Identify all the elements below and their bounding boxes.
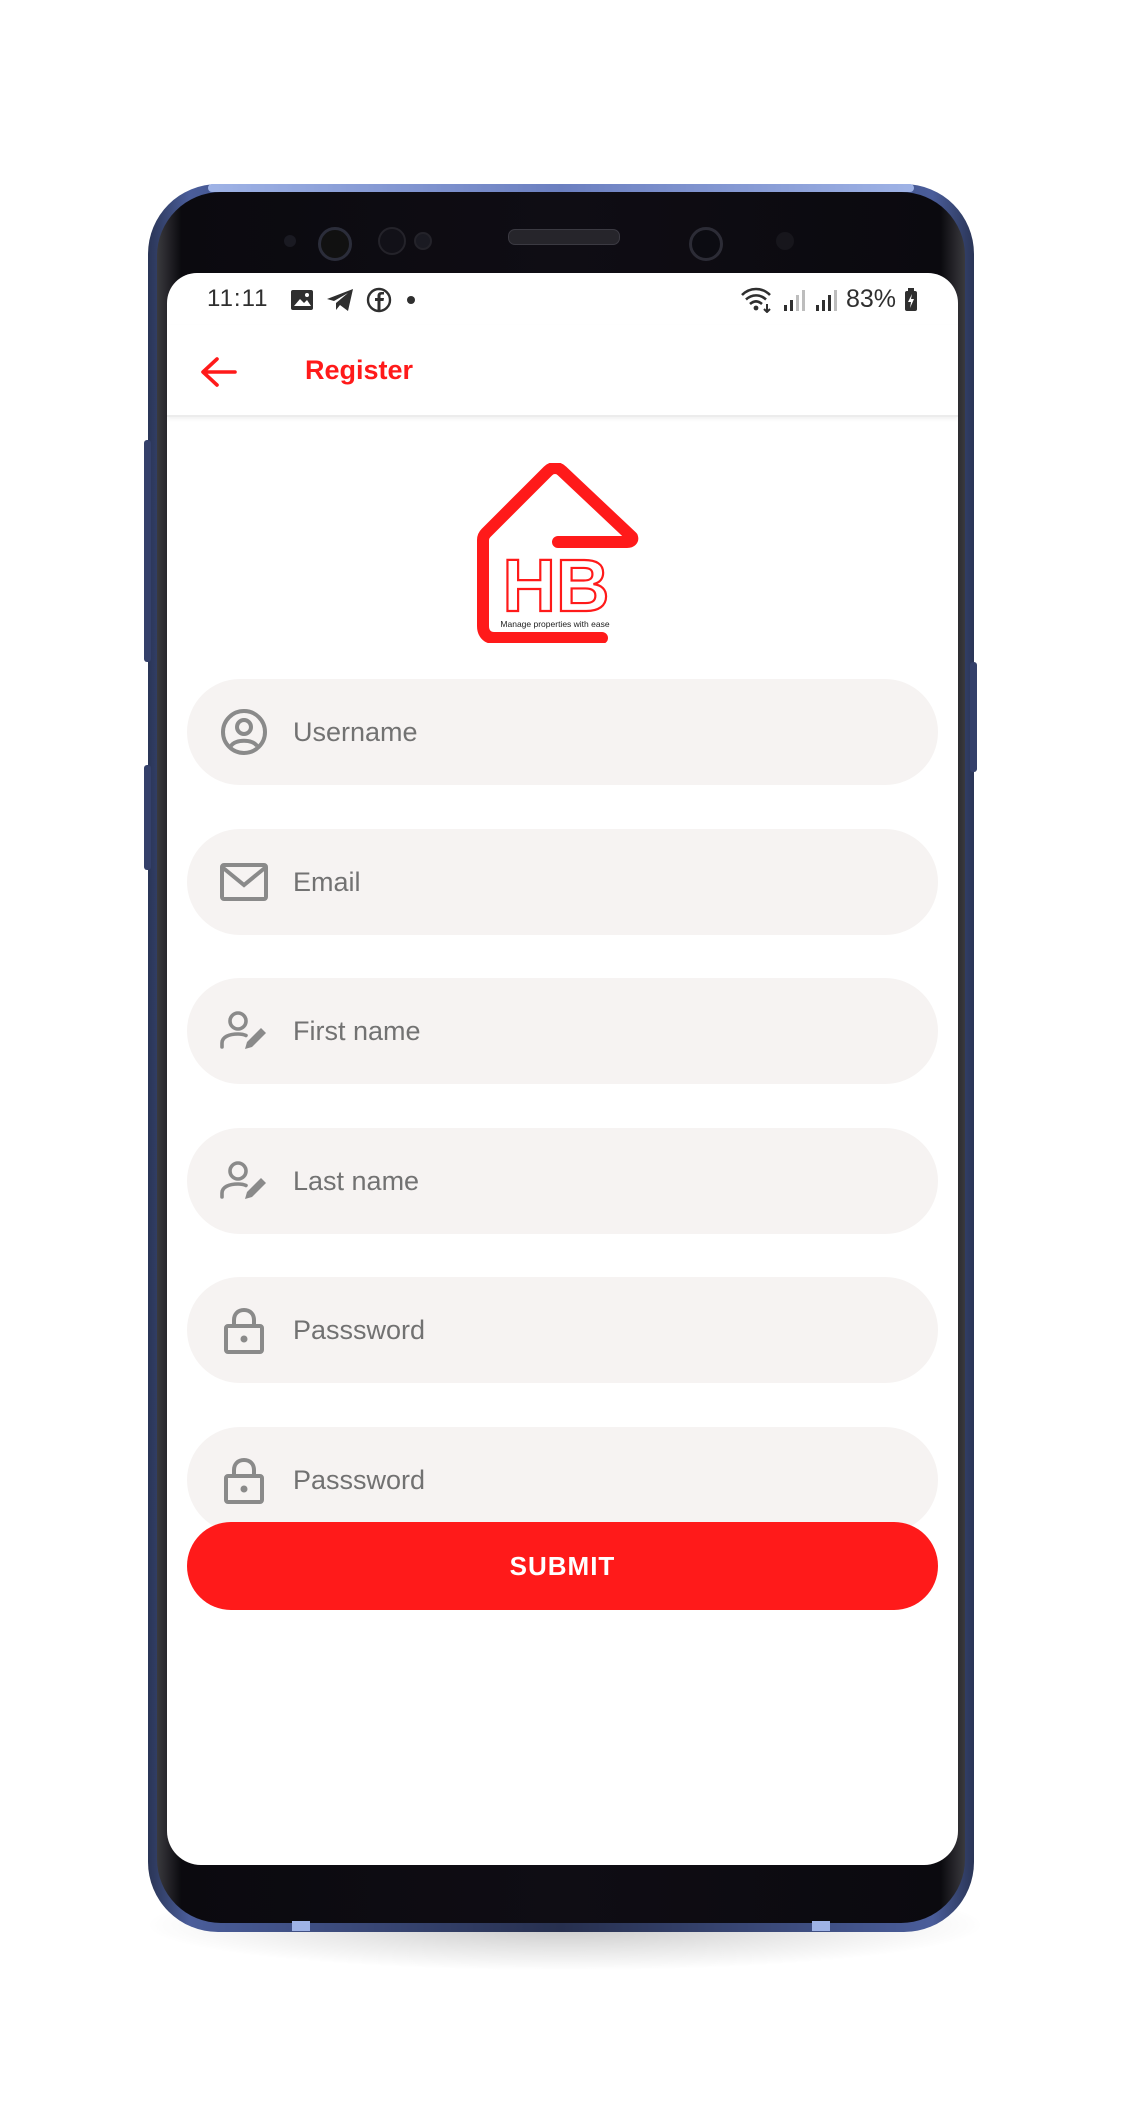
last-name-input[interactable] (293, 1128, 903, 1234)
front-camera (318, 227, 352, 261)
app-screen: 11:11 83% Register HB Manage properties … (167, 273, 958, 1865)
front-camera-lens (689, 227, 723, 261)
lock-icon (224, 1457, 264, 1504)
logo-letters: HB (503, 544, 610, 627)
battery-percent: 83% (845, 285, 896, 313)
email-input[interactable] (293, 829, 903, 935)
telegram-icon (327, 289, 353, 311)
proximity-sensor (414, 232, 432, 250)
iris-scanner (378, 227, 406, 255)
confirm-password-input[interactable] (293, 1427, 903, 1533)
user-edit-icon (220, 1011, 266, 1049)
user-edit-icon (220, 1161, 266, 1199)
submit-button[interactable]: SUBMIT (187, 1522, 938, 1610)
battery-icon (905, 287, 917, 311)
wifi-icon (741, 287, 771, 313)
user-circle-icon (221, 709, 267, 755)
frame-accent (292, 1921, 310, 1931)
first-name-field[interactable] (187, 978, 938, 1084)
signal-icon (783, 289, 805, 311)
led-sensor (776, 232, 794, 250)
back-button[interactable] (199, 355, 239, 389)
username-input[interactable] (293, 679, 903, 785)
last-name-field[interactable] (187, 1128, 938, 1234)
volume-button (144, 440, 151, 662)
power-button (970, 662, 977, 772)
signal-icon (815, 289, 837, 311)
earpiece (508, 229, 620, 245)
notification-icons (290, 287, 418, 313)
frame-accent (812, 1921, 830, 1931)
page-title: Register (305, 355, 414, 385)
sensor-dot (284, 235, 296, 247)
dot-icon (407, 296, 415, 304)
confirm-password-field[interactable] (187, 1427, 938, 1533)
hb-logo: HB Manage properties with ease (477, 463, 639, 643)
status-bar: 11:11 83% (167, 273, 958, 325)
password-input[interactable] (293, 1277, 903, 1383)
lock-icon (224, 1307, 264, 1354)
arrow-left-icon (201, 357, 237, 387)
first-name-input[interactable] (293, 978, 903, 1084)
logo-tagline: Manage properties with ease (500, 619, 609, 629)
status-time: 11:11 (207, 285, 269, 312)
app-bar: Register (167, 325, 958, 417)
bixby-button (144, 765, 151, 870)
email-field[interactable] (187, 829, 938, 935)
status-right: 83% (740, 285, 918, 314)
mail-icon (220, 863, 268, 901)
facebook-icon (366, 287, 392, 313)
gallery-icon (291, 290, 313, 310)
password-field[interactable] (187, 1277, 938, 1383)
username-field[interactable] (187, 679, 938, 785)
